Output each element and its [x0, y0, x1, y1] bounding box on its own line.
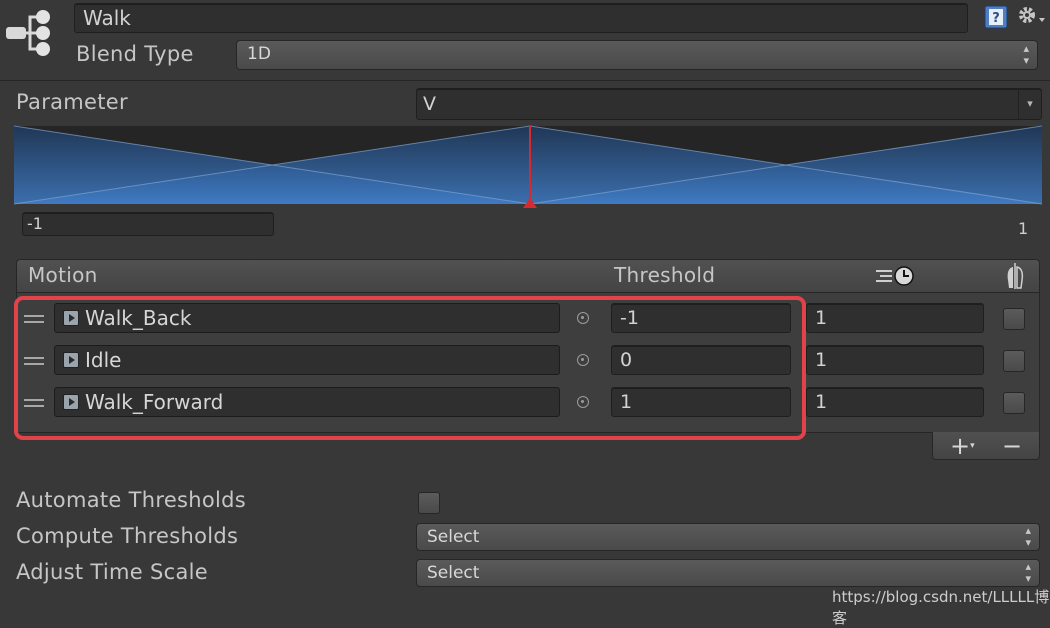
- help-icon[interactable]: ?: [984, 5, 1008, 29]
- blend-type-dropdown[interactable]: 1D ▴ ▾: [236, 40, 1038, 70]
- compute-thresholds-label: Compute Thresholds: [16, 524, 239, 548]
- add-motion-button[interactable]: +▾: [950, 432, 975, 460]
- blend-tree-name-input[interactable]: Walk: [74, 3, 968, 33]
- graph-min-input[interactable]: -1: [22, 212, 274, 236]
- time-scale-input[interactable]: 1: [806, 303, 984, 333]
- remove-motion-button[interactable]: −: [1002, 432, 1022, 460]
- parameter-value: V: [423, 93, 436, 115]
- dropdown-arrows-icon: ▴ ▾: [1023, 42, 1029, 67]
- automate-thresholds-checkbox[interactable]: [418, 492, 440, 514]
- time-scale-input[interactable]: 1: [806, 345, 984, 375]
- graph-max-label: 1: [1018, 219, 1029, 238]
- adjust-time-scale-dropdown[interactable]: Select ▴ ▾: [416, 559, 1040, 587]
- automate-thresholds-label: Automate Thresholds: [16, 488, 247, 512]
- dropdown-arrows-icon: ▴ ▾: [1025, 560, 1031, 585]
- adjust-time-scale-value: Select: [427, 563, 480, 583]
- dropdown-caret-icon: ▾: [970, 441, 975, 451]
- gear-icon[interactable]: [1016, 4, 1048, 28]
- mirror-checkbox[interactable]: [1003, 350, 1025, 372]
- watermark: https://blog.csdn.net/LLLLL博客: [832, 588, 1050, 627]
- time-scale-input[interactable]: 1: [806, 387, 984, 417]
- mirror-checkbox[interactable]: [1003, 308, 1025, 330]
- motion-header-label: Motion: [28, 263, 98, 287]
- list-footer: [932, 432, 1040, 460]
- highlight-box: [14, 296, 806, 440]
- dropdown-arrows-icon: ▴ ▾: [1025, 524, 1031, 549]
- clock-icon: [876, 266, 914, 286]
- blend-graph[interactable]: [14, 124, 1042, 210]
- dropdown-arrow-icon: ▾: [1018, 89, 1041, 119]
- blend-tree-icon: [6, 10, 50, 56]
- threshold-header-label: Threshold: [614, 263, 716, 287]
- blend-type-label: Blend Type: [76, 42, 194, 66]
- parameter-dropdown[interactable]: V ▾: [416, 88, 1042, 120]
- mirror-icon: [1007, 263, 1024, 289]
- blend-type-value: 1D: [247, 44, 271, 64]
- compute-thresholds-value: Select: [427, 527, 480, 547]
- mirror-checkbox[interactable]: [1003, 392, 1025, 414]
- svg-text:?: ?: [992, 11, 1000, 26]
- add-label: +: [950, 432, 971, 460]
- compute-thresholds-dropdown[interactable]: Select ▴ ▾: [416, 523, 1040, 551]
- adjust-time-scale-label: Adjust Time Scale: [16, 560, 208, 584]
- parameter-label: Parameter: [16, 90, 128, 114]
